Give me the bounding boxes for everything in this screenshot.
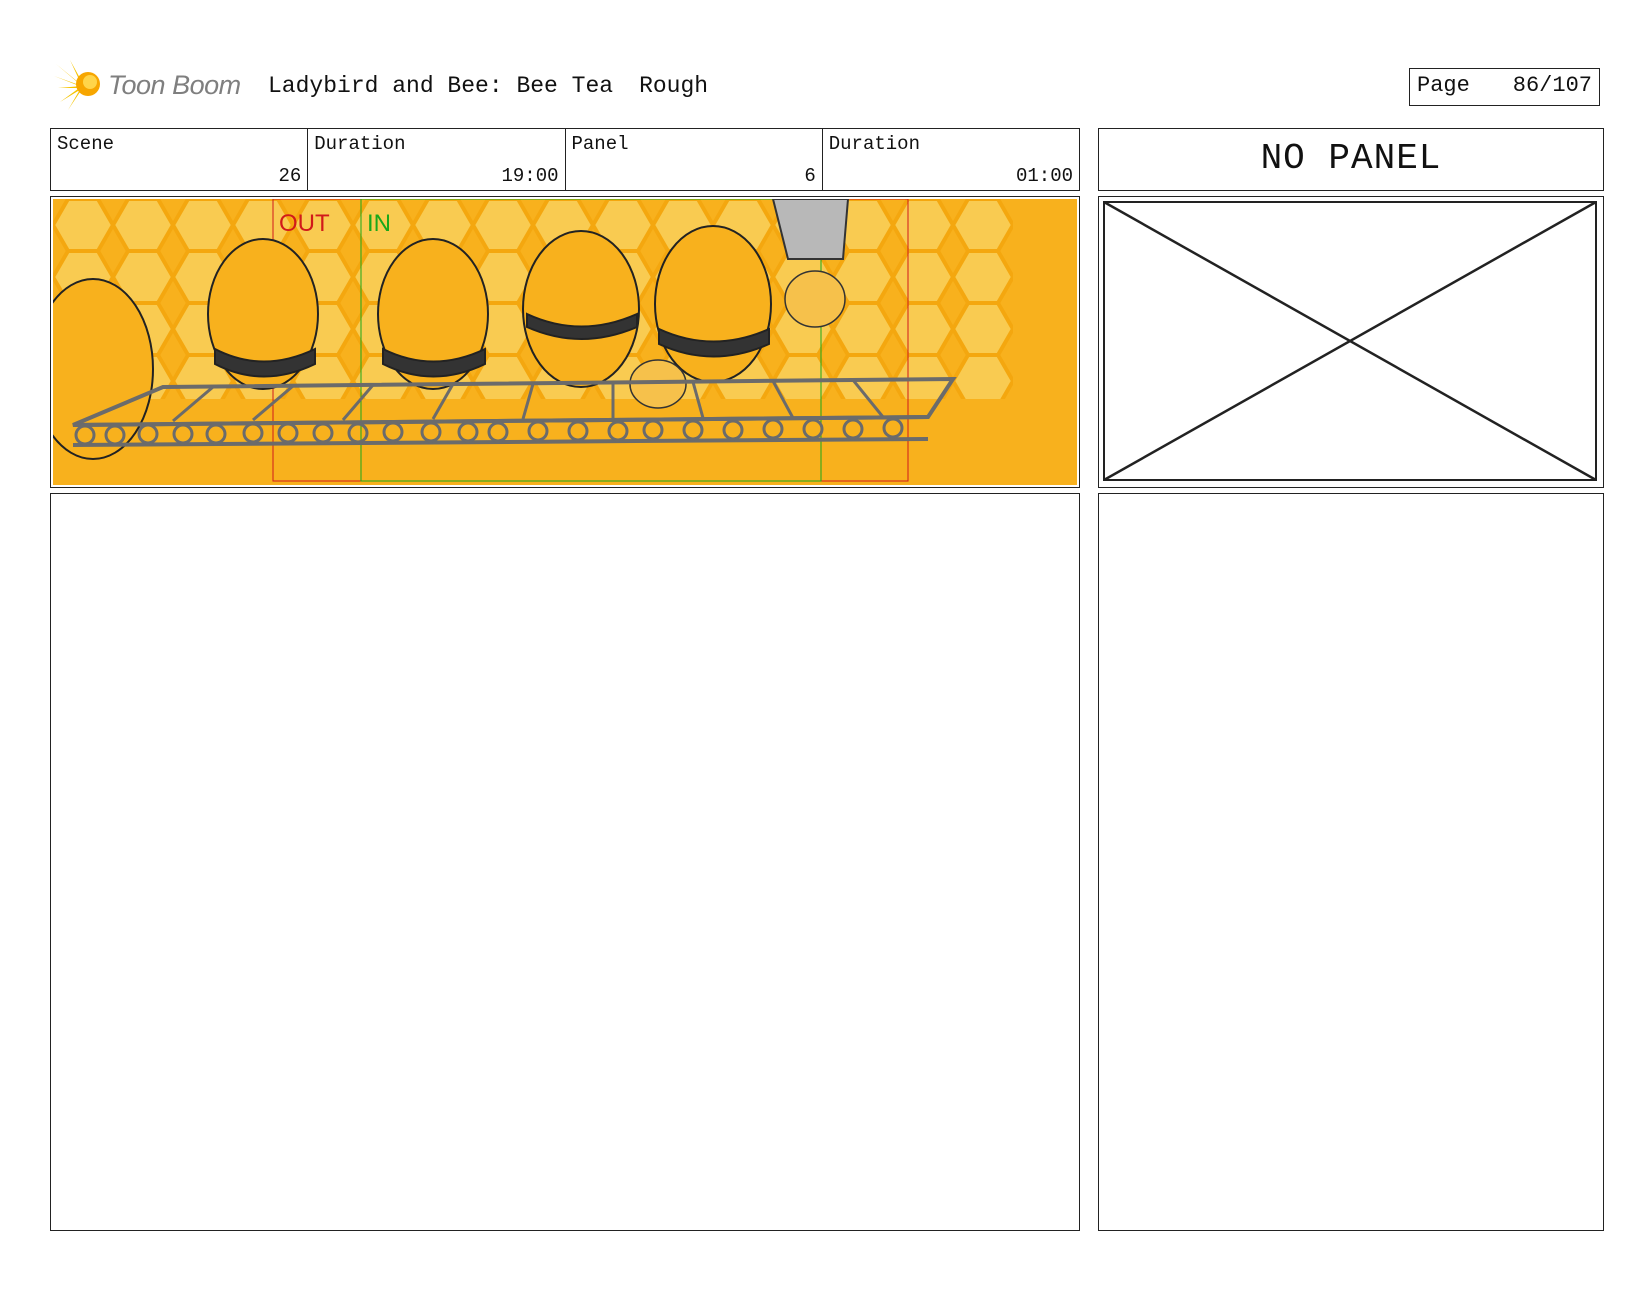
panel-info-row: Scene 26 Duration 19:00 Panel 6 Duration… <box>50 128 1080 191</box>
page-counter: Page 86/107 <box>1409 68 1600 106</box>
bee-4 <box>522 230 640 388</box>
project-title: Ladybird and Bee: Bee Tea <box>268 73 614 99</box>
no-panel-header: NO PANEL <box>1098 128 1604 191</box>
page-number: 86/107 <box>1512 73 1592 98</box>
panel-duration-cell: Duration 01:00 <box>823 129 1079 190</box>
draft-label: Rough <box>639 73 709 99</box>
scene-duration-label: Duration <box>314 133 406 155</box>
out-marker: OUT <box>279 210 330 237</box>
action-notes-box <box>50 493 1080 1231</box>
panel-label: Panel <box>571 133 629 155</box>
bee-conveyor-artwork: OUT IN <box>53 199 1077 485</box>
page-label: Page <box>1417 73 1470 98</box>
empty-panel-placeholder <box>1098 196 1604 488</box>
bee-5 <box>654 225 772 383</box>
scene-duration-cell: Duration 19:00 <box>308 129 566 190</box>
dialogue-notes-box <box>1098 493 1604 1231</box>
scene-cell: Scene 26 <box>51 129 309 190</box>
page-title: Ladybird and Bee: Bee Tea Rough <box>268 73 734 99</box>
in-marker: IN <box>367 210 391 237</box>
scene-value: 26 <box>278 165 302 187</box>
storyboard-panel-image: OUT IN <box>50 196 1080 488</box>
logo-text: Toon Boom <box>108 70 241 100</box>
panel-duration-value: 01:00 <box>1015 165 1073 187</box>
scene-label: Scene <box>57 133 115 155</box>
starburst-icon <box>54 60 100 110</box>
panel-value: 6 <box>804 165 816 187</box>
panel-cell: Panel 6 <box>566 129 823 190</box>
empty-panel-cross <box>1103 201 1597 481</box>
panel-duration-label: Duration <box>828 133 920 155</box>
toon-boom-logo: Toon Boom <box>52 58 252 114</box>
scene-duration-value: 19:00 <box>501 165 559 187</box>
